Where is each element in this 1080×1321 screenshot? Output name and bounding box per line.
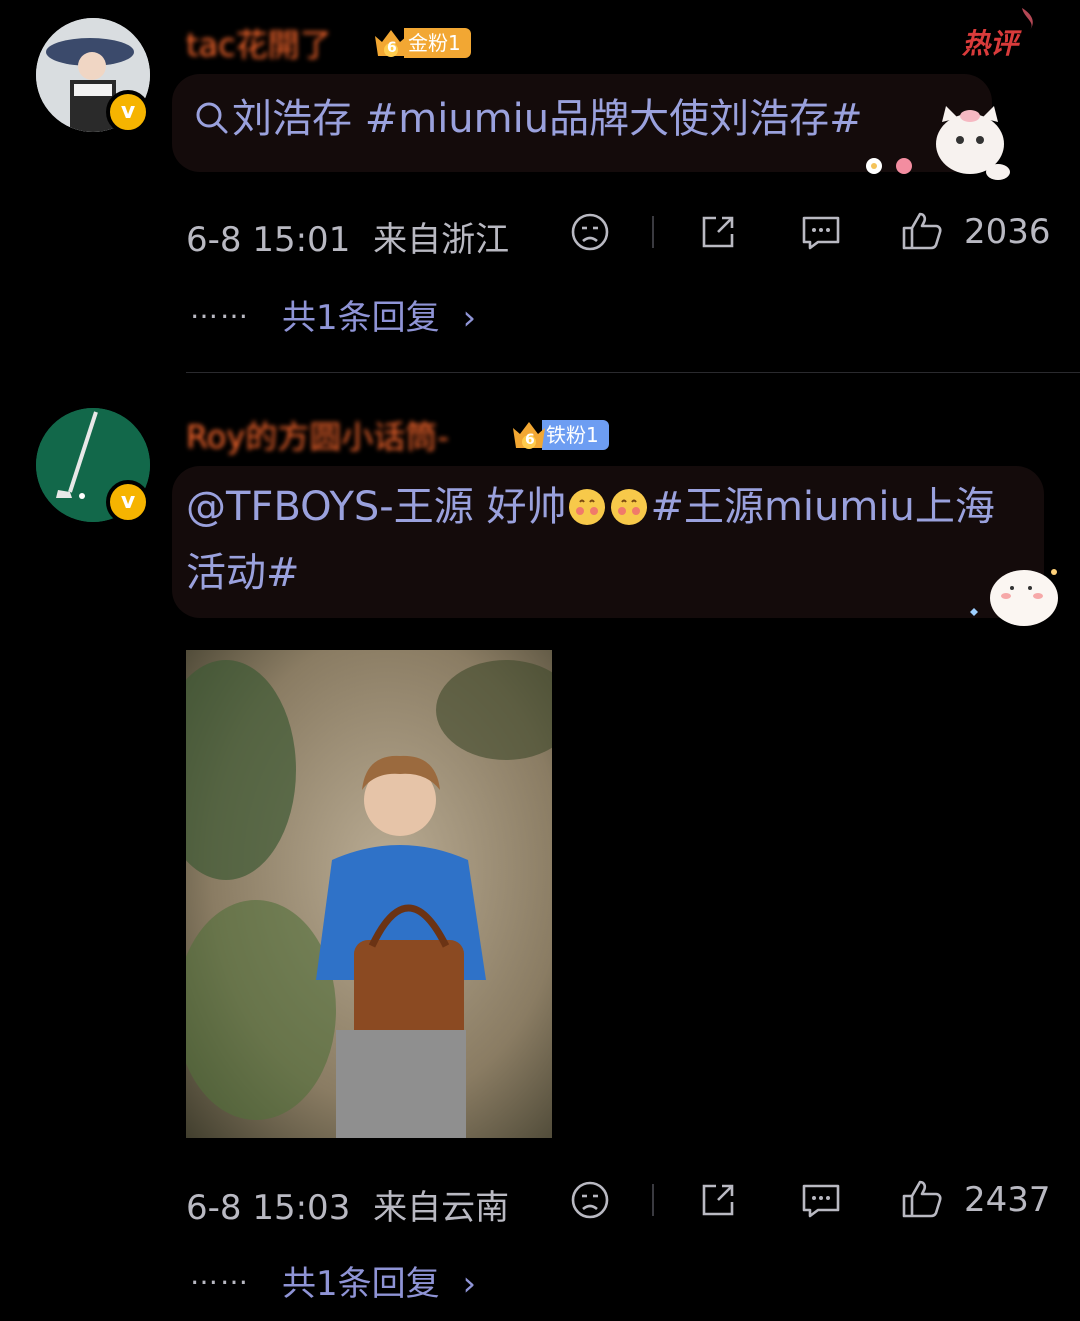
fan-badge-label: 金粉1 [404,28,471,58]
fan-badge[interactable]: 6 金粉1 [372,26,471,60]
verified-badge-icon: v [106,90,150,134]
reply-icon[interactable] [800,1180,842,1220]
comment-time: 6-8 15:03 来自云南 [186,1180,509,1229]
cat-sticker-icon [866,106,1010,180]
username[interactable]: tac花開了 [186,20,332,66]
action-divider [652,216,654,248]
replies-label: 共1条回复 [282,1264,440,1304]
like-icon[interactable] [900,1178,944,1220]
timestamp: 6-8 15:03 [186,1188,351,1228]
action-divider [652,1184,654,1216]
comment-text-main: @TFBOYS-王源 好帅 [186,484,567,530]
fan-badge[interactable]: 6 铁粉1 [510,418,609,452]
crown-icon: 6 [510,418,548,452]
reply-dots: …… [190,1258,250,1291]
view-replies-link[interactable]: 共1条回复 › [282,290,476,339]
search-icon[interactable] [194,100,230,136]
reply-icon[interactable] [800,212,842,252]
verified-badge-icon: v [106,480,150,524]
view-replies-link[interactable]: 共1条回复 › [282,1256,476,1305]
post-photo[interactable] [186,650,552,1138]
username[interactable]: Roy的方圆小话筒- [186,412,449,458]
dislike-face-icon[interactable] [570,1180,610,1220]
comment-time: 6-8 15:01 来自浙江 [186,212,509,261]
chevron-right-icon: › [462,298,477,338]
replies-label: 共1条回复 [282,298,440,338]
fan-level: 6 [387,40,397,56]
like-icon[interactable] [900,210,944,252]
share-icon[interactable] [698,1180,738,1220]
chevron-right-icon: › [462,1264,477,1304]
blush-emoji-icon [566,480,608,525]
hot-comment-badge: 热评 [962,8,1042,62]
blush-emoji-icon [608,480,650,525]
like-count: 2036 [964,212,1051,252]
comment-text[interactable]: 刘浩存 #miumiu品牌大使刘浩存# [232,86,863,152]
reply-dots: …… [190,292,250,325]
location: 来自云南 [373,1188,510,1228]
fan-badge-label: 铁粉1 [542,420,609,450]
crown-icon: 6 [372,26,410,60]
timestamp: 6-8 15:01 [186,220,351,260]
photo-image [186,650,552,1138]
comment-text[interactable]: @TFBOYS-王源 好帅 #王源miumiu上海活动# [186,474,1016,606]
fan-level: 6 [525,432,535,448]
dislike-face-icon[interactable] [570,212,610,252]
mochi-sticker-icon [970,569,1058,626]
share-icon[interactable] [698,212,738,252]
location: 来自浙江 [373,220,510,260]
flame-icon [1022,8,1033,30]
like-count: 2437 [964,1180,1051,1220]
comment-divider [186,372,1080,373]
